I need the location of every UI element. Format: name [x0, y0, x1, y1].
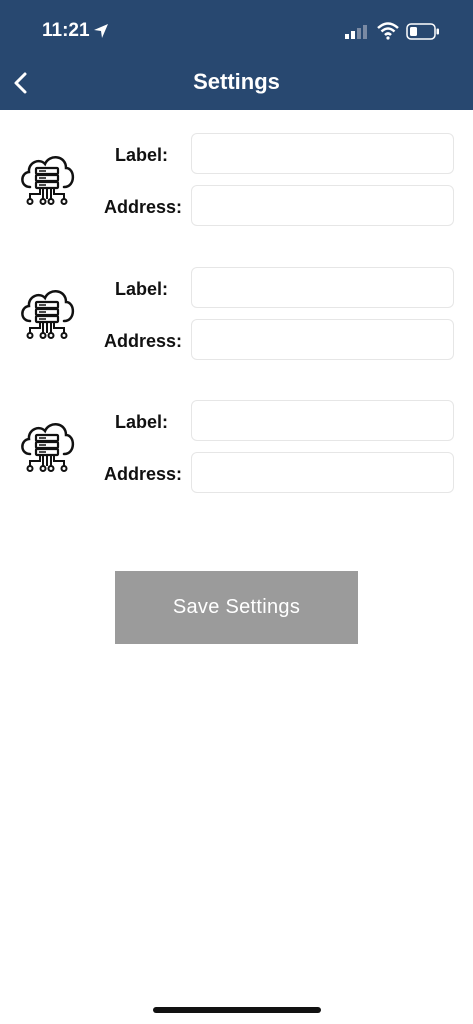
battery-icon — [406, 23, 439, 40]
cellular-signal-icon — [345, 25, 367, 39]
status-bar: 11:21 — [0, 0, 473, 62]
home-indicator[interactable] — [153, 1007, 321, 1013]
label-caption: Label: — [114, 412, 168, 432]
address-input[interactable] — [191, 452, 454, 493]
address-input[interactable] — [191, 319, 454, 360]
location-arrow-icon — [94, 24, 108, 38]
address-caption: Address: — [103, 331, 182, 351]
status-time: 11:21 — [42, 20, 90, 41]
server-entry-1: Label: Address: — [0, 133, 473, 233]
label-input[interactable] — [191, 267, 454, 308]
server-entry-3: Label: Address: — [0, 400, 473, 500]
page-title: Settings — [193, 69, 280, 94]
wifi-icon — [377, 22, 399, 40]
label-input[interactable] — [191, 400, 454, 441]
address-caption: Address: — [103, 464, 182, 484]
label-caption: Label: — [114, 279, 168, 299]
label-input[interactable] — [191, 133, 454, 174]
address-caption: Address: — [103, 197, 182, 217]
server-entry-2: Label: Address: — [0, 267, 473, 367]
address-input[interactable] — [191, 185, 454, 226]
label-caption: Label: — [114, 145, 168, 165]
save-settings-button[interactable]: Save Settings — [115, 571, 358, 644]
nav-header: 11:21 Settings — [0, 0, 473, 110]
